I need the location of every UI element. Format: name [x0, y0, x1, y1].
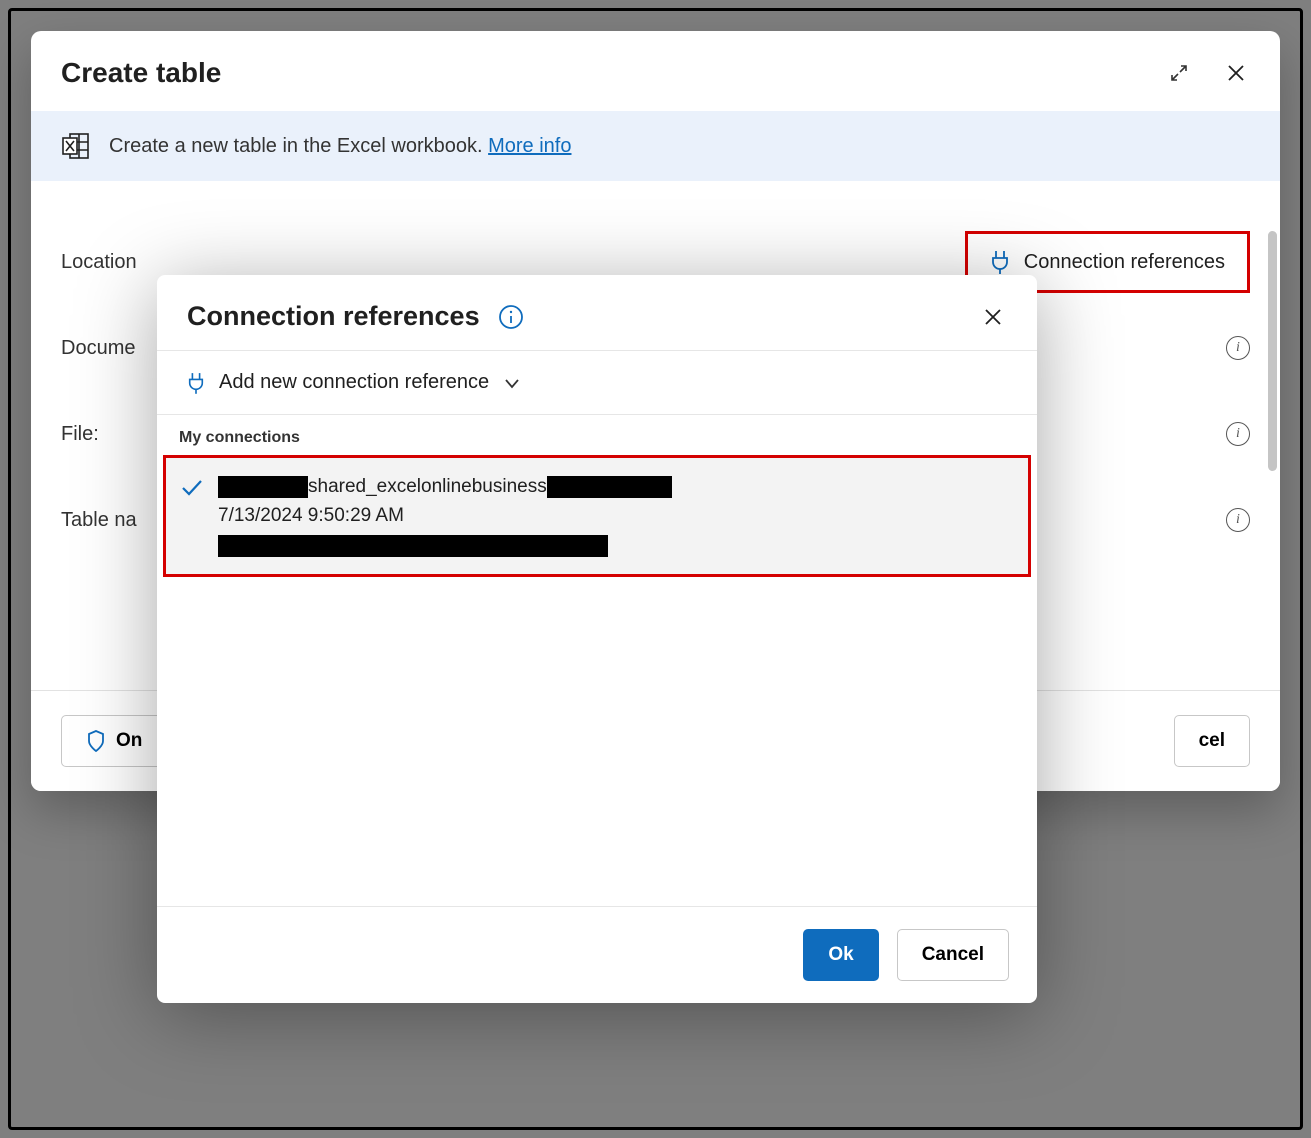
connection-name: shared_excelonlinebusiness [218, 472, 672, 501]
popover-footer: Ok Cancel [157, 906, 1037, 1003]
redacted-text [547, 476, 672, 498]
dialog-header: Create table [31, 31, 1280, 111]
owner-button[interactable]: On [61, 715, 167, 767]
add-connection-label: Add new connection reference [219, 371, 489, 394]
info-icon[interactable]: i [1226, 508, 1250, 532]
connection-details: shared_excelonlinebusiness 7/13/2024 9:5… [218, 472, 672, 560]
vertical-scrollbar[interactable] [1268, 231, 1277, 471]
connection-timestamp: 7/13/2024 9:50:29 AM [218, 501, 672, 530]
cancel-label: cel [1199, 730, 1225, 752]
popover-title: Connection references [187, 301, 480, 332]
field-label: Table na [61, 509, 137, 532]
redacted-text [218, 476, 308, 498]
my-connections-header: My connections [157, 415, 1037, 455]
info-icon[interactable]: i [1226, 422, 1250, 446]
cancel-button[interactable]: cel [1174, 715, 1250, 767]
connection-references-label: Connection references [1024, 251, 1225, 274]
redacted-text [218, 535, 608, 557]
info-banner: Create a new table in the Excel workbook… [31, 111, 1280, 181]
owner-label: On [116, 730, 142, 752]
shield-icon [86, 730, 106, 752]
connection-references-popover: Connection references [157, 275, 1037, 1003]
app-frame: Create table [8, 8, 1303, 1130]
close-icon[interactable] [979, 303, 1007, 331]
field-label: File: [61, 423, 99, 446]
header-actions [1166, 59, 1250, 87]
connection-subline [218, 531, 672, 560]
field-label: Location [61, 251, 137, 274]
field-label: Docume [61, 337, 135, 360]
plug-icon [990, 250, 1010, 274]
excel-icon [61, 131, 91, 161]
ok-button[interactable]: Ok [803, 929, 878, 981]
plug-icon [187, 372, 205, 394]
check-icon [180, 476, 204, 500]
close-icon[interactable] [1222, 59, 1250, 87]
info-icon[interactable]: i [1226, 336, 1250, 360]
dialog-title: Create table [61, 57, 221, 89]
add-connection-reference[interactable]: Add new connection reference [157, 350, 1037, 415]
info-text: Create a new table in the Excel workbook… [109, 135, 571, 158]
chevron-down-icon [503, 374, 521, 392]
cancel-button[interactable]: Cancel [897, 929, 1009, 981]
connection-item[interactable]: shared_excelonlinebusiness 7/13/2024 9:5… [163, 455, 1031, 577]
info-icon[interactable] [498, 304, 524, 330]
more-info-link[interactable]: More info [488, 135, 571, 157]
popover-header: Connection references [157, 275, 1037, 350]
expand-icon[interactable] [1166, 60, 1192, 86]
